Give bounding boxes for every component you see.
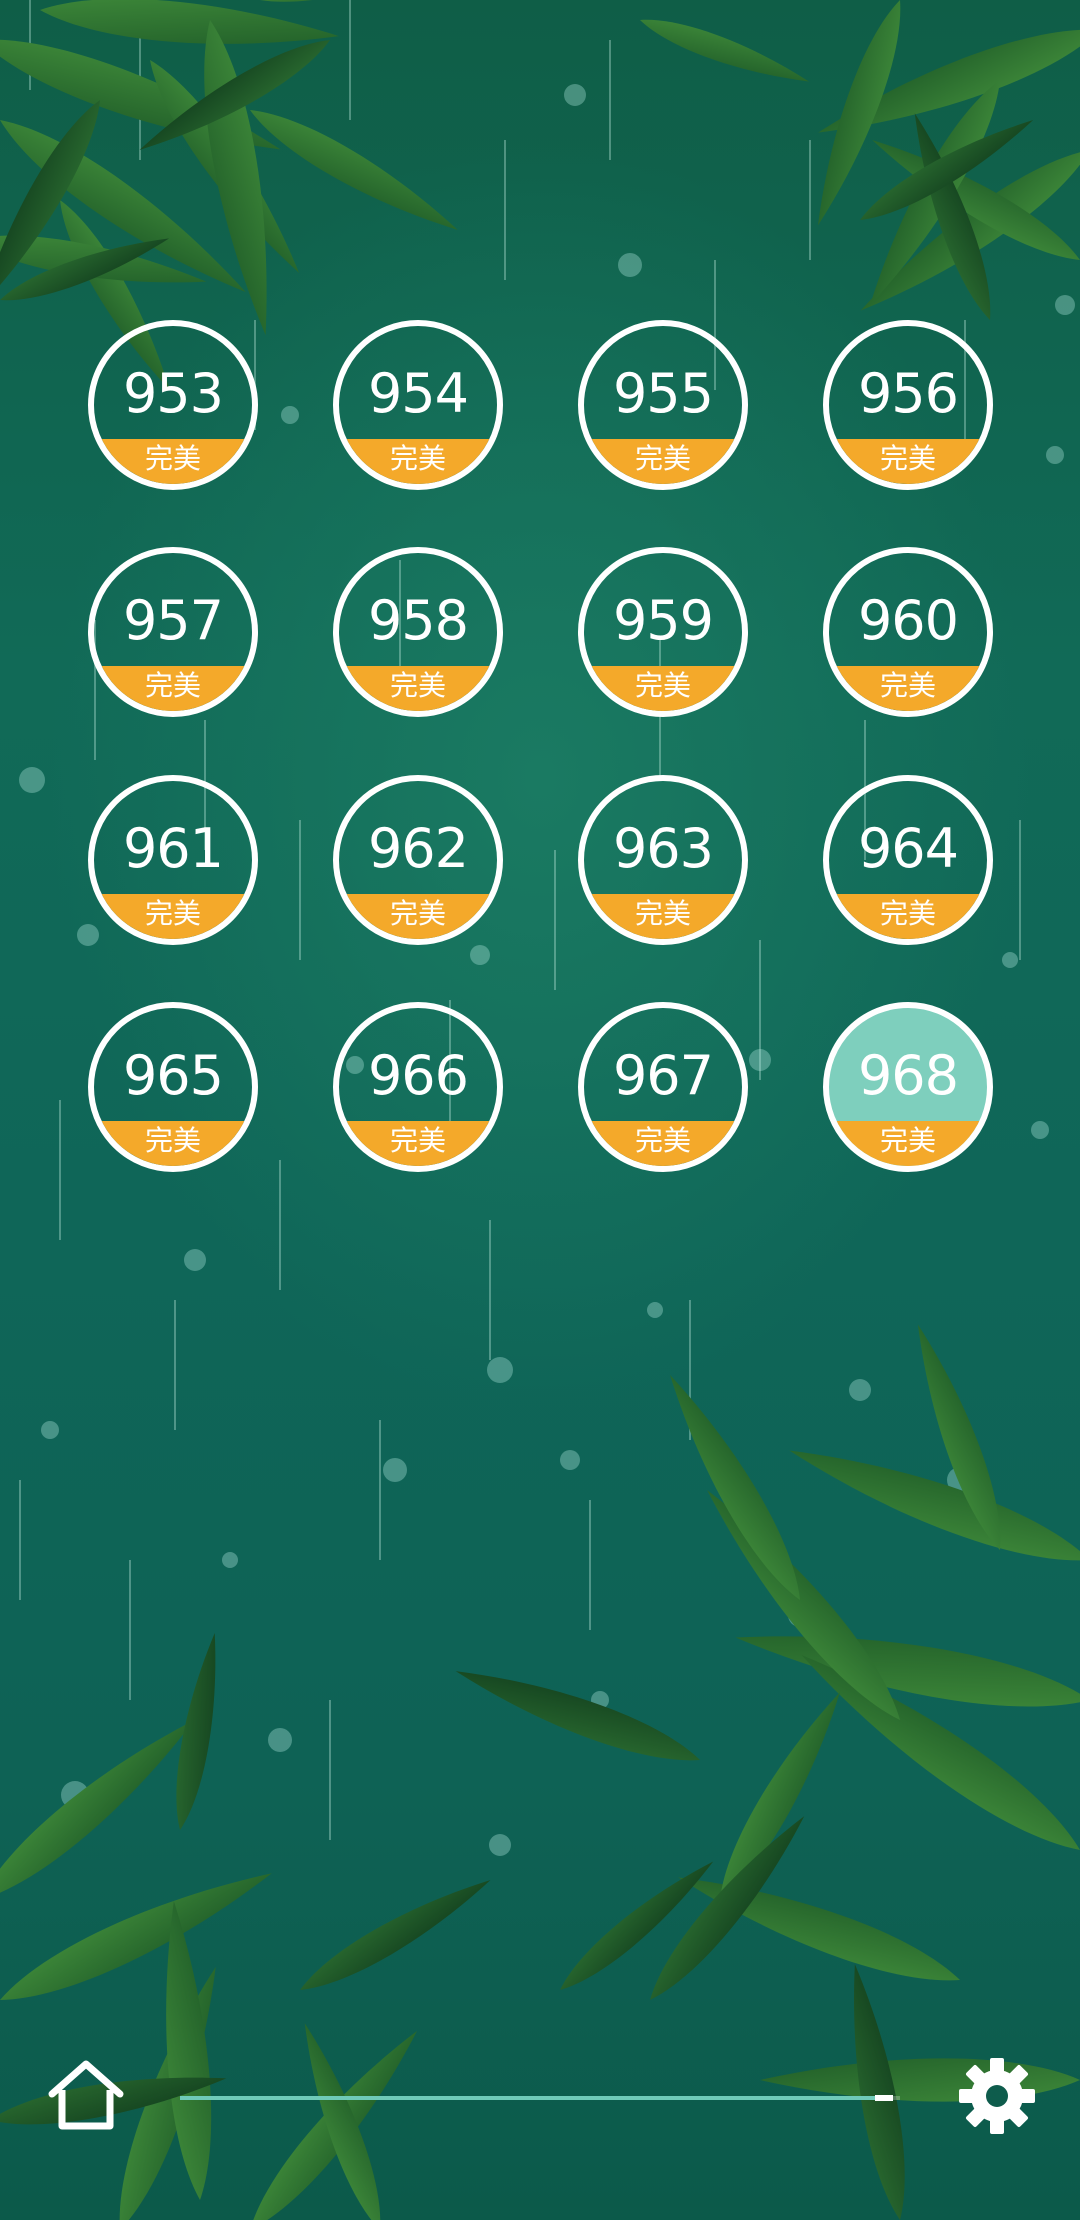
level-status-badge: 完美 xyxy=(339,1121,497,1166)
level-button[interactable]: 960 完美 xyxy=(823,547,993,717)
level-status-badge: 完美 xyxy=(94,666,252,711)
level-status-badge: 完美 xyxy=(94,439,252,484)
level-progress-fill xyxy=(180,2096,893,2100)
level-number: 956 xyxy=(857,362,959,425)
level-status-badge: 完美 xyxy=(584,1121,742,1166)
level-status-badge: 完美 xyxy=(829,894,987,939)
level-button[interactable]: 957 完美 xyxy=(88,547,258,717)
level-status-badge: 完美 xyxy=(829,439,987,484)
level-number: 966 xyxy=(367,1044,469,1107)
level-number: 968 xyxy=(857,1044,959,1107)
level-number: 955 xyxy=(612,362,714,425)
level-status-badge: 完美 xyxy=(94,894,252,939)
level-button[interactable]: 954 完美 xyxy=(333,320,503,490)
level-button-current[interactable]: 968 完美 xyxy=(823,1002,993,1172)
level-status-badge: 完美 xyxy=(339,439,497,484)
home-button[interactable] xyxy=(44,2054,128,2138)
level-button[interactable]: 956 完美 xyxy=(823,320,993,490)
level-status-badge: 完美 xyxy=(829,1121,987,1166)
home-icon xyxy=(48,2060,124,2130)
level-number: 959 xyxy=(612,589,714,652)
level-progress-track[interactable] xyxy=(180,2095,900,2101)
level-status-badge: 完美 xyxy=(829,666,987,711)
level-status-badge: 完美 xyxy=(339,894,497,939)
level-button[interactable]: 962 完美 xyxy=(333,775,503,945)
level-status-badge: 完美 xyxy=(339,666,497,711)
level-number: 960 xyxy=(857,589,959,652)
level-status-badge: 完美 xyxy=(94,1121,252,1166)
level-status-badge: 完美 xyxy=(584,666,742,711)
level-number: 963 xyxy=(612,817,714,880)
level-number: 961 xyxy=(122,817,224,880)
level-number: 957 xyxy=(122,589,224,652)
level-button[interactable]: 966 完美 xyxy=(333,1002,503,1172)
level-number: 954 xyxy=(367,362,469,425)
level-number: 953 xyxy=(122,362,224,425)
level-number: 967 xyxy=(612,1044,714,1107)
level-button[interactable]: 961 完美 xyxy=(88,775,258,945)
level-status-badge: 完美 xyxy=(584,894,742,939)
foliage-bottom-right xyxy=(654,1318,1080,2102)
level-button[interactable]: 953 完美 xyxy=(88,320,258,490)
level-button[interactable]: 963 完美 xyxy=(578,775,748,945)
bottom-bar xyxy=(0,2040,1080,2160)
gear-icon xyxy=(959,2058,1035,2134)
level-button[interactable]: 958 完美 xyxy=(333,547,503,717)
level-grid: 953 完美 954 完美 955 完美 956 完美 957 完美 958 完… xyxy=(0,0,1080,1200)
level-number: 965 xyxy=(122,1044,224,1107)
level-progress-handle[interactable] xyxy=(875,2095,893,2101)
level-status-badge: 完美 xyxy=(584,439,742,484)
level-number: 958 xyxy=(367,589,469,652)
settings-button[interactable] xyxy=(955,2054,1039,2138)
level-button[interactable]: 965 完美 xyxy=(88,1002,258,1172)
level-button[interactable]: 959 完美 xyxy=(578,547,748,717)
level-number: 964 xyxy=(857,817,959,880)
level-button[interactable]: 967 完美 xyxy=(578,1002,748,1172)
level-button[interactable]: 964 完美 xyxy=(823,775,993,945)
level-number: 962 xyxy=(367,817,469,880)
level-button[interactable]: 955 完美 xyxy=(578,320,748,490)
